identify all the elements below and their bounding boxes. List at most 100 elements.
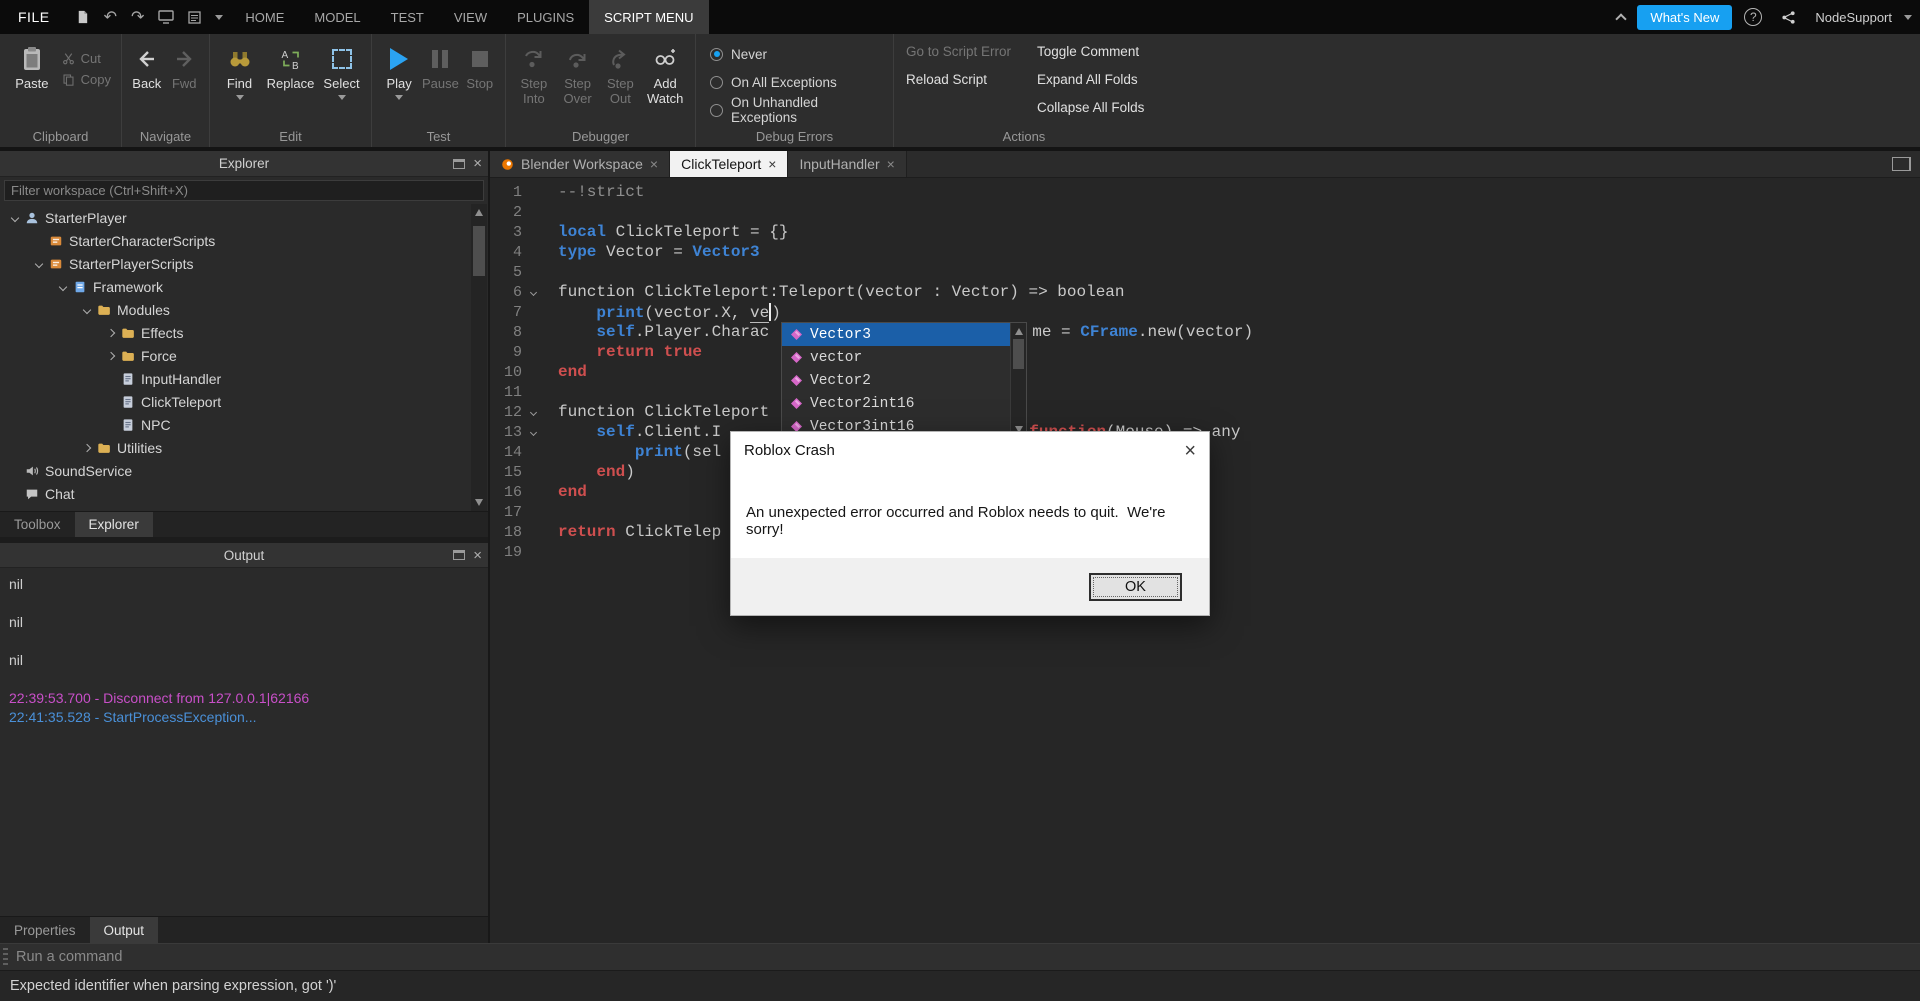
- code-line-2[interactable]: 2: [490, 202, 1920, 222]
- code-line-6[interactable]: 6 function ClickTeleport:Teleport(vector …: [490, 282, 1920, 302]
- forward-button[interactable]: Fwd: [166, 40, 204, 127]
- debug-errors-option-never[interactable]: Never: [710, 44, 767, 64]
- scroll-up-icon[interactable]: [1014, 328, 1023, 335]
- stop-button[interactable]: Stop: [461, 40, 499, 127]
- step-into-button[interactable]: Step Into: [512, 40, 556, 127]
- step-out-button[interactable]: Step Out: [600, 40, 642, 127]
- file-menu-button[interactable]: FILE: [0, 0, 68, 34]
- play-button[interactable]: Play: [378, 40, 420, 127]
- tree-item-clickteleport[interactable]: ClickTeleport: [0, 390, 488, 413]
- redo-icon[interactable]: ↷: [131, 7, 144, 27]
- share-icon[interactable]: [1781, 10, 1796, 25]
- code-line-5[interactable]: 5: [490, 262, 1920, 282]
- cut-button[interactable]: Cut: [58, 48, 115, 69]
- code-line-4[interactable]: 4 type Vector = Vector3: [490, 242, 1920, 262]
- menu-tab-plugins[interactable]: PLUGINS: [502, 0, 589, 34]
- scroll-up-icon[interactable]: [475, 209, 483, 216]
- undo-icon[interactable]: ↶: [104, 7, 117, 27]
- help-icon[interactable]: ?: [1744, 8, 1763, 26]
- autocomplete-scrollbar[interactable]: [1010, 323, 1026, 438]
- new-file-icon[interactable]: [75, 9, 90, 25]
- fold-arrow-icon[interactable]: [522, 288, 544, 296]
- crash-dialog-titlebar[interactable]: Roblox Crash ×: [731, 432, 1209, 469]
- close-tab-icon[interactable]: ×: [887, 157, 895, 171]
- tree-item-utilities[interactable]: Utilities: [0, 436, 488, 459]
- autocomplete-item-vector[interactable]: vector: [782, 346, 1010, 369]
- collapse-arrow-icon[interactable]: [78, 305, 95, 314]
- close-panel-icon[interactable]: ×: [473, 156, 482, 171]
- toggle-comment-button[interactable]: Toggle Comment: [1037, 44, 1144, 62]
- tree-item-chat[interactable]: Chat: [0, 482, 488, 505]
- add-watch-button[interactable]: Add Watch: [641, 40, 689, 127]
- tab-output[interactable]: Output: [89, 917, 159, 943]
- whats-new-button[interactable]: What's New: [1637, 4, 1733, 30]
- menu-tab-view[interactable]: VIEW: [439, 0, 502, 34]
- find-button[interactable]: Find: [217, 40, 263, 127]
- collapse-arrow-icon[interactable]: [6, 213, 23, 222]
- editor-tab-inputhandler[interactable]: InputHandler ×: [788, 151, 907, 177]
- fold-arrow-icon[interactable]: [522, 408, 544, 416]
- tab-explorer[interactable]: Explorer: [74, 512, 153, 537]
- menu-tab-test[interactable]: TEST: [376, 0, 439, 34]
- expand-arrow-icon[interactable]: [102, 328, 119, 337]
- command-input[interactable]: [8, 949, 1920, 965]
- tree-item-modules[interactable]: Modules: [0, 298, 488, 321]
- tree-item-framework[interactable]: Framework: [0, 275, 488, 298]
- code-line-11[interactable]: 11: [490, 382, 1920, 402]
- tree-item-force[interactable]: Force: [0, 344, 488, 367]
- code-line-7[interactable]: 7 print(vector.X, ve): [490, 302, 1920, 323]
- debug-errors-option-on-unhandled-exceptions[interactable]: On Unhandled Exceptions: [710, 95, 887, 125]
- publish-icon[interactable]: [158, 10, 175, 24]
- code-line-1[interactable]: 1 --!strict: [490, 182, 1920, 202]
- explorer-scrollbar[interactable]: [471, 204, 487, 511]
- code-line-8[interactable]: 8 self.Player.Charac me = CFrame.new(vect…: [490, 322, 1920, 342]
- menu-tab-model[interactable]: MODEL: [299, 0, 375, 34]
- copy-button[interactable]: Copy: [58, 69, 115, 90]
- tree-item-effects[interactable]: Effects: [0, 321, 488, 344]
- split-editor-icon[interactable]: [1892, 157, 1911, 171]
- autocomplete-item-vector2[interactable]: Vector2: [782, 369, 1010, 392]
- scroll-thumb[interactable]: [473, 226, 485, 276]
- close-tab-icon[interactable]: ×: [768, 157, 776, 171]
- scroll-thumb[interactable]: [1013, 339, 1024, 369]
- tree-item-npc[interactable]: NPC: [0, 413, 488, 436]
- close-dialog-icon[interactable]: ×: [1184, 441, 1196, 461]
- explorer-filter-input[interactable]: [4, 180, 484, 201]
- tab-properties[interactable]: Properties: [0, 917, 90, 943]
- quick-access-caret-icon[interactable]: [215, 14, 224, 20]
- expand-arrow-icon[interactable]: [102, 351, 119, 360]
- fold-arrow-icon[interactable]: [522, 428, 544, 436]
- scroll-down-icon[interactable]: [475, 499, 483, 506]
- replace-button[interactable]: AB Replace: [263, 40, 319, 127]
- account-name[interactable]: NodeSupport: [1815, 10, 1892, 25]
- tree-item-inputhandler[interactable]: InputHandler: [0, 367, 488, 390]
- quick-access-icon[interactable]: [188, 10, 202, 24]
- menu-tab-script-menu[interactable]: SCRIPT MENU: [589, 0, 709, 34]
- close-panel-icon[interactable]: ×: [473, 548, 482, 563]
- tab-toolbox[interactable]: Toolbox: [0, 512, 75, 537]
- ok-button[interactable]: OK: [1089, 572, 1182, 601]
- float-panel-icon[interactable]: [453, 550, 466, 560]
- code-line-10[interactable]: 10 end: [490, 362, 1920, 382]
- autocomplete-item-vector2int16[interactable]: Vector2int16: [782, 392, 1010, 415]
- play-caret-icon[interactable]: [395, 94, 404, 100]
- expand-all-folds-button[interactable]: Expand All Folds: [1037, 72, 1144, 90]
- collapse-all-folds-button[interactable]: Collapse All Folds: [1037, 100, 1144, 118]
- autocomplete-item-vector3[interactable]: Vector3: [782, 323, 1010, 346]
- find-caret-icon[interactable]: [235, 94, 244, 100]
- collapse-arrow-icon[interactable]: [54, 282, 71, 291]
- debug-errors-option-on-all-exceptions[interactable]: On All Exceptions: [710, 72, 837, 92]
- code-line-9[interactable]: 9 return true: [490, 342, 1920, 362]
- editor-tab-clickteleport[interactable]: ClickTeleport ×: [670, 151, 789, 177]
- go-to-script-error-button[interactable]: Go to Script Error: [906, 44, 1011, 62]
- tree-item-soundservice[interactable]: SoundService: [0, 459, 488, 482]
- tree-item-starterplayerscripts[interactable]: StarterPlayerScripts: [0, 252, 488, 275]
- editor-tab-blender-workspace[interactable]: Blender Workspace ×: [490, 151, 671, 177]
- menu-tab-home[interactable]: HOME: [230, 0, 299, 34]
- reload-script-button[interactable]: Reload Script: [906, 72, 1011, 90]
- collapse-ribbon-icon[interactable]: [1615, 13, 1628, 25]
- float-panel-icon[interactable]: [453, 158, 466, 169]
- expand-arrow-icon[interactable]: [78, 443, 95, 452]
- code-line-12[interactable]: 12 function ClickTeleport: [490, 402, 1920, 422]
- close-tab-icon[interactable]: ×: [650, 157, 658, 171]
